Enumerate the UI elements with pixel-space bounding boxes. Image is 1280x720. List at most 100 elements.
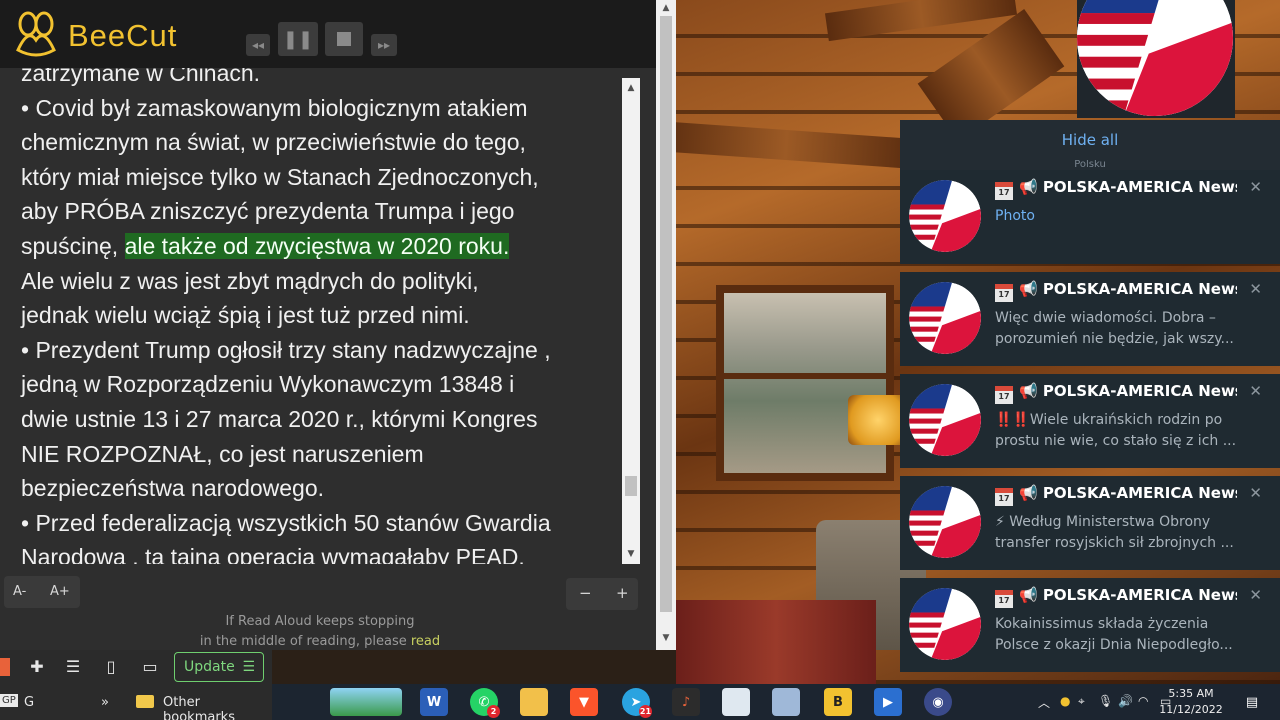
close-icon[interactable]: ✕: [1249, 484, 1262, 502]
text-line: dwie ustnie 13 i 27 marca 2020 r., który…: [21, 405, 538, 432]
calendar-icon: 17: [995, 182, 1013, 200]
pause-button[interactable]: ❚❚: [278, 22, 318, 56]
close-icon[interactable]: ✕: [1249, 586, 1262, 604]
notification-center-icon[interactable]: ▤: [1238, 688, 1266, 716]
speaker-icon[interactable]: 🔊: [1118, 694, 1133, 708]
puzzle-extensions-icon[interactable]: ✚: [26, 656, 48, 678]
text-line: jednak wielu wciąż śpią i jest tuż przed…: [21, 302, 470, 329]
notification-card[interactable]: 17 📢 POLSKA-AMERICA News ... Photo ✕: [900, 170, 1280, 264]
text-line: Narodowa , ta tajna operacja wymagałaby …: [21, 544, 525, 564]
notification-card[interactable]: 17 📢 POLSKA-AMERICA News ... Kokainissimu…: [900, 578, 1280, 672]
notification-title: 17 📢 POLSKA-AMERICA News ...: [995, 382, 1237, 404]
tray-app-icon[interactable]: ●: [1060, 694, 1070, 708]
close-icon[interactable]: ✕: [1249, 178, 1262, 196]
notification-body-line: transfer rosyjskich sił zbrojnych ...: [995, 535, 1234, 551]
text-line: • Prezydent Trump ogłosił trzy stany nad…: [21, 336, 551, 363]
notification-card[interactable]: 17 📢 POLSKA-AMERICA News ... ‼️‼️Wiele uk…: [900, 374, 1280, 468]
text-line: bezpieczeństwa narodowego.: [21, 475, 325, 502]
notification-card[interactable]: 17 📢 POLSKA-AMERICA News ... Więc dwie wi…: [900, 272, 1280, 366]
hint-line-1: If Read Aloud keeps stopping: [225, 614, 415, 629]
bookmarks-overflow-button[interactable]: »: [101, 695, 109, 710]
calendar-icon: 17: [995, 284, 1013, 302]
bookmark-g[interactable]: G: [24, 695, 34, 710]
close-icon[interactable]: ✕: [1249, 382, 1262, 400]
location-icon[interactable]: ⌖: [1078, 694, 1085, 709]
notification-body-line: Kokainissimus składa życzenia: [995, 616, 1209, 632]
notification-body: ⚡ Według Ministerstwa Obrony transfer ros…: [995, 512, 1240, 554]
rewind-button[interactable]: ◂◂: [246, 34, 270, 56]
text-line: • Covid był zamaskowanym biologicznym at…: [21, 94, 528, 121]
us-poland-flag-icon: [909, 282, 981, 354]
hint-read-link[interactable]: read: [411, 634, 440, 649]
read-aloud-panel: zatrzymane w Chinach. • Covid był zamask…: [0, 0, 656, 650]
current-reading-highlight: ale także od zwycięstwa w 2020 roku.: [124, 232, 510, 259]
reader-text-area[interactable]: zatrzymane w Chinach. • Covid był zamask…: [0, 68, 622, 564]
telegram-icon[interactable]: ➤ 21: [622, 688, 652, 718]
scroll-down-icon[interactable]: ▼: [622, 546, 640, 562]
page-scroll-up-icon[interactable]: ▲: [656, 0, 676, 16]
lamp: [848, 395, 908, 445]
beecut-recorder-bar: BeeCut ◂◂ ❚❚ ▸▸: [0, 0, 656, 68]
browser-update-button[interactable]: Update ☰: [174, 652, 264, 682]
browser-app-icon[interactable]: ◉: [924, 688, 952, 716]
pause-icon: ❚❚: [282, 28, 314, 50]
whatsapp-icon[interactable]: ✆ 2: [470, 688, 500, 718]
other-bookmarks[interactable]: Other bookmarks: [163, 695, 272, 720]
taskbar-clock[interactable]: 5:35 AM 11/12/2022: [1156, 686, 1226, 718]
notification-card[interactable]: 17 📢 POLSKA-AMERICA News ... ⚡ Według Min…: [900, 476, 1280, 570]
word-icon[interactable]: W: [420, 688, 448, 716]
wifi-icon[interactable]: ◠: [1138, 694, 1148, 708]
windows-taskbar: W ✆ 2 ▼ ➤ 21 ♪ B ▶ ◉ ︿ ● ⌖ 🎙 🔊 ◠ ▭ 5:35 AM…: [272, 684, 1280, 720]
notes-app-icon[interactable]: [772, 688, 800, 716]
reader-scrollbar[interactable]: ▲ ▼: [622, 78, 640, 564]
microphone-icon[interactable]: 🎙: [1098, 694, 1113, 708]
text-line: • Przed federalizacją wszystkich 50 stan…: [21, 509, 551, 536]
page-scroll-thumb[interactable]: [660, 16, 672, 612]
text-line: Ale wielu z was jest zbyt mądrych do pol…: [21, 267, 479, 294]
extension-icon[interactable]: [0, 658, 10, 676]
us-poland-flag-icon: [1077, 0, 1233, 116]
font-decrease-button[interactable]: A-: [13, 584, 26, 599]
text-line: zatrzymane w Chinach.: [21, 68, 261, 86]
sidebar-icon[interactable]: ▯: [100, 656, 122, 678]
reader-scroll-thumb[interactable]: [625, 476, 637, 496]
page-scroll-down-icon[interactable]: ▼: [656, 630, 676, 646]
taskbar-game-icon[interactable]: [330, 688, 402, 716]
channel-avatar-large: [1077, 0, 1235, 118]
video-player-icon[interactable]: ▶: [874, 688, 902, 716]
stop-button[interactable]: [325, 22, 363, 56]
text-line-prefix: spuścinę,: [21, 232, 125, 259]
us-poland-flag-icon: [909, 588, 981, 660]
text-line: aby PRÓBA zniszczyć prezydenta Trumpa i …: [21, 198, 515, 225]
reading-list-icon[interactable]: ☰: [62, 656, 84, 678]
audio-app-icon[interactable]: ♪: [672, 688, 700, 716]
tray-expand-icon[interactable]: ︿: [1038, 694, 1050, 711]
close-icon[interactable]: ✕: [1249, 280, 1262, 298]
stop-icon: [337, 32, 351, 46]
notification-body: Photo: [995, 208, 1035, 224]
hint-line-2: in the middle of reading, please read: [150, 632, 490, 652]
calendar-icon: 17: [995, 488, 1013, 506]
zoom-controls: − +: [566, 578, 638, 610]
page-scrollbar[interactable]: ▲ ▼: [656, 0, 676, 650]
notification-body-line: porozumień nie będzie, jak wszy...: [995, 331, 1234, 347]
read-aloud-hint: If Read Aloud keeps stopping in the midd…: [150, 612, 490, 652]
menu-icon: ☰: [242, 659, 255, 675]
forward-button[interactable]: ▸▸: [371, 34, 397, 56]
bookmark-gp[interactable]: GP: [0, 694, 18, 707]
hide-all-notifications-button[interactable]: Hide all: [900, 120, 1280, 160]
notification-body-line: Więc dwie wiadomości. Dobra –: [995, 310, 1216, 326]
font-increase-button[interactable]: A+: [50, 584, 70, 599]
image-viewer-icon[interactable]: [722, 688, 750, 716]
wallet-icon[interactable]: ▭: [139, 656, 161, 678]
notification-title: 17 📢 POLSKA-AMERICA News ...: [995, 178, 1237, 200]
brave-browser-icon[interactable]: ▼: [570, 688, 598, 716]
scroll-up-icon[interactable]: ▲: [622, 80, 640, 96]
file-explorer-icon[interactable]: [520, 688, 548, 716]
zoom-out-button[interactable]: −: [579, 584, 592, 602]
rug: [676, 600, 876, 684]
us-poland-flag-icon: [909, 384, 981, 456]
notification-body-line: ⚡ Według Ministerstwa Obrony: [995, 514, 1211, 530]
beecut-taskbar-icon[interactable]: B: [824, 688, 852, 716]
zoom-in-button[interactable]: +: [616, 584, 629, 602]
